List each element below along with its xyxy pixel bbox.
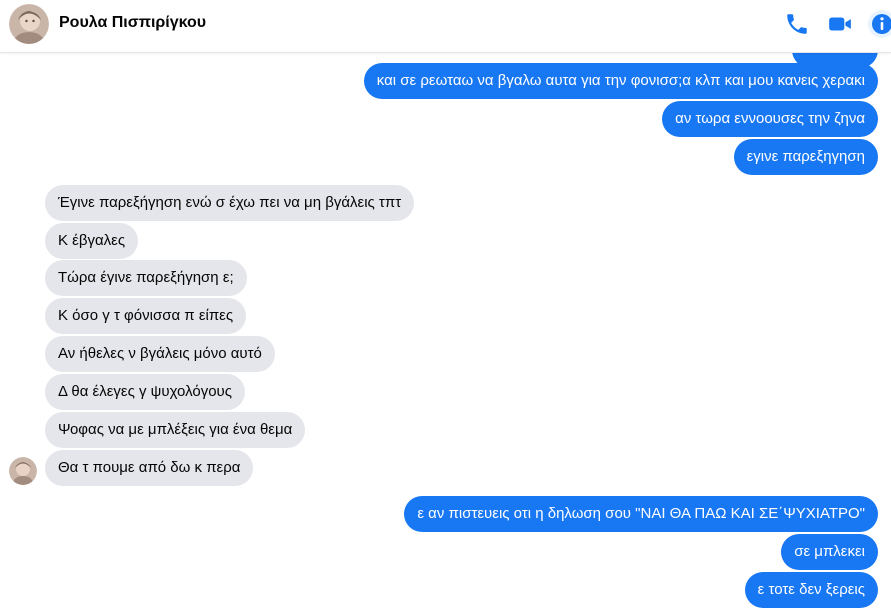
chat-thread: και σε ρεωταω να βγαλω αυτα για την φονι… [0,0,891,616]
contact-avatar-small[interactable] [9,457,37,485]
outgoing-message[interactable]: σε μπλεκει [781,534,878,570]
incoming-message[interactable]: Ψοφας να με μπλέξεις για ένα θεμα [45,412,306,448]
incoming-message[interactable]: Κ έβγαλες [45,223,139,259]
outgoing-message[interactable]: και σε ρεωταω να βγαλω αυτα για την φονι… [363,63,878,99]
outgoing-message[interactable]: εγινε παρεξηγηση [733,139,878,175]
incoming-message[interactable]: Κ όσο γ τ φόνισσα π είπες [45,298,247,334]
incoming-message[interactable]: Θα τ πουμε από δω κ περα [45,450,254,486]
info-icon[interactable] [868,10,891,38]
contact-avatar[interactable] [9,4,49,44]
video-camera-icon[interactable] [827,11,853,37]
contact-name[interactable]: Ρουλα Πισπιρίγκου [59,14,206,32]
incoming-message[interactable]: Τώρα έγινε παρεξήγηση ε; [45,260,247,296]
incoming-message[interactable]: Αν ήθελες ν βγάλεις μόνο αυτό [45,336,275,372]
outgoing-message[interactable]: αν τωρα εννοουσες την ζηνα [662,101,878,137]
phone-icon[interactable] [784,11,810,37]
chat-header: Ρουλα Πισπιρίγκου [0,0,891,53]
outgoing-message[interactable]: ε τοτε δεν ξερεις [744,572,878,608]
outgoing-message[interactable]: ε αν πιστευεις οτι η δηλωση σου "ΝΑΙ ΘΑ … [404,496,878,532]
incoming-message[interactable]: Δ θα έλεγες γ ψυχολόγους [45,374,245,410]
incoming-message[interactable]: Έγινε παρεξήγηση ενώ σ έχω πει να μη βγά… [45,185,415,221]
